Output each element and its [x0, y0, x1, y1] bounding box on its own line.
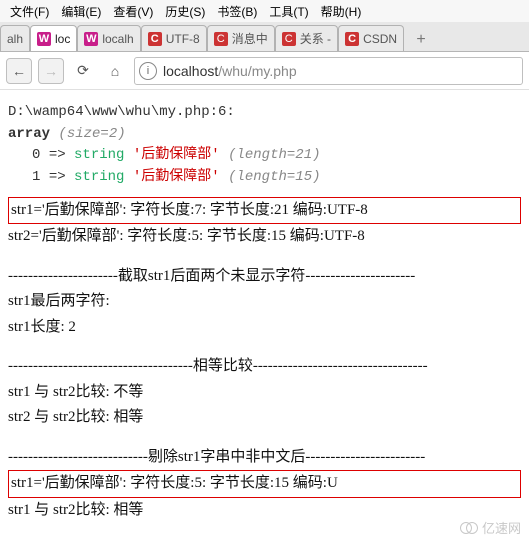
arrow: => — [49, 147, 66, 163]
idx: 1 — [32, 169, 40, 185]
tab-label: 关系 - — [300, 30, 331, 47]
idx: 0 — [32, 147, 40, 163]
page-content: D:\wamp64\www\whu\my.php:6: array (size=… — [0, 90, 529, 531]
tab-0[interactable]: alh — [0, 25, 30, 51]
back-button[interactable]: ← — [6, 58, 32, 84]
favicon-csdn-icon: C — [282, 32, 296, 46]
home-button[interactable]: ⌂ — [102, 58, 128, 84]
arrow-right-icon: → — [44, 63, 58, 79]
tab-1-active[interactable]: W loc — [30, 25, 77, 51]
tab-label: CSDN — [363, 32, 397, 46]
separator-3: ----------------------------剔除str1字串中非中文… — [8, 445, 521, 471]
watermark-text: 亿速网 — [482, 518, 521, 537]
reload-icon: ⟳ — [77, 62, 89, 79]
home-icon: ⌂ — [111, 63, 119, 79]
line-cmp3: str1 与 str2比较: 相等 — [8, 498, 521, 524]
new-tab-button[interactable]: + — [408, 29, 434, 51]
favicon-csdn-icon: C — [345, 32, 359, 46]
separator-2: -------------------------------------相等比… — [8, 354, 521, 380]
array-keyword: array — [8, 126, 50, 142]
tab-4[interactable]: C 消息中 — [207, 25, 275, 51]
menu-bookmarks[interactable]: 书签(B) — [211, 3, 263, 20]
arrow: => — [49, 169, 66, 185]
url-bar[interactable]: i localhost/whu/my.php — [134, 57, 523, 85]
menu-edit[interactable]: 编辑(E) — [55, 3, 107, 20]
line-last2: str1最后两字符: — [8, 289, 521, 315]
line-cmp1: str1 与 str2比较: 不等 — [8, 380, 521, 406]
line-str2-info: str2='后勤保障部': 字符长度:5: 字节长度:15 编码:UTF-8 — [8, 224, 521, 250]
highlight-str1-after: str1='后勤保障部': 字符长度:5: 字节长度:15 编码:U — [8, 470, 521, 498]
favicon-wamp-icon: W — [37, 32, 51, 46]
line-cmp2: str2 与 str2比较: 相等 — [8, 405, 521, 431]
menu-view[interactable]: 查看(V) — [107, 3, 159, 20]
url-host: localhost — [163, 63, 218, 79]
tab-label: UTF-8 — [166, 32, 200, 46]
tab-2[interactable]: W localh — [77, 25, 140, 51]
site-info-icon[interactable]: i — [139, 62, 157, 80]
string-value: '后勤保障部' — [133, 169, 220, 185]
reload-button[interactable]: ⟳ — [70, 58, 96, 84]
menu-help[interactable]: 帮助(H) — [315, 3, 368, 20]
menu-tools[interactable]: 工具(T) — [263, 3, 314, 20]
watermark: 亿速网 — [460, 518, 521, 537]
string-value: '后勤保障部' — [133, 147, 220, 163]
url-path: /whu/my.php — [218, 63, 296, 79]
array-size: (size=2) — [58, 126, 125, 142]
menu-history[interactable]: 历史(S) — [159, 3, 211, 20]
array-row-0: 0 => string '后勤保障部' (length=21) — [8, 145, 521, 167]
tab-3[interactable]: C UTF-8 — [141, 25, 207, 51]
type-label: string — [74, 169, 124, 185]
length-label: (length=21) — [228, 147, 320, 163]
favicon-csdn-icon: C — [214, 32, 228, 46]
tab-6[interactable]: C CSDN — [338, 25, 404, 51]
favicon-wamp-icon: W — [84, 32, 98, 46]
tab-strip: alh W loc W localh C UTF-8 C 消息中 C 关系 - … — [0, 22, 529, 52]
nav-bar: ← → ⟳ ⌂ i localhost/whu/my.php — [0, 52, 529, 90]
tab-label: 消息中 — [232, 30, 268, 47]
tab-5[interactable]: C 关系 - — [275, 25, 338, 51]
array-row-1: 1 => string '后勤保障部' (length=15) — [8, 167, 521, 189]
length-label: (length=15) — [228, 169, 320, 185]
tab-label: loc — [55, 32, 70, 46]
separator-1: ----------------------截取str1后面两个未显示字符---… — [8, 264, 521, 290]
tab-label: alh — [7, 32, 23, 46]
arrow-left-icon: ← — [12, 63, 26, 79]
tab-label: localh — [102, 32, 133, 46]
output-block: str1='后勤保障部': 字符长度:7: 字节长度:21 编码:UTF-8 s… — [8, 197, 521, 524]
favicon-csdn-icon: C — [148, 32, 162, 46]
watermark-icon — [460, 522, 478, 534]
menu-file[interactable]: 文件(F) — [4, 3, 55, 20]
line-len: str1长度: 2 — [8, 315, 521, 341]
menu-bar: 文件(F) 编辑(E) 查看(V) 历史(S) 书签(B) 工具(T) 帮助(H… — [0, 0, 529, 22]
xdebug-path: D:\wamp64\www\whu\my.php:6: — [8, 102, 521, 124]
url-text: localhost/whu/my.php — [163, 63, 297, 79]
xdebug-array-line: array (size=2) — [8, 124, 521, 146]
type-label: string — [74, 147, 124, 163]
forward-button[interactable]: → — [38, 58, 64, 84]
highlight-str1: str1='后勤保障部': 字符长度:7: 字节长度:21 编码:UTF-8 — [8, 197, 521, 225]
